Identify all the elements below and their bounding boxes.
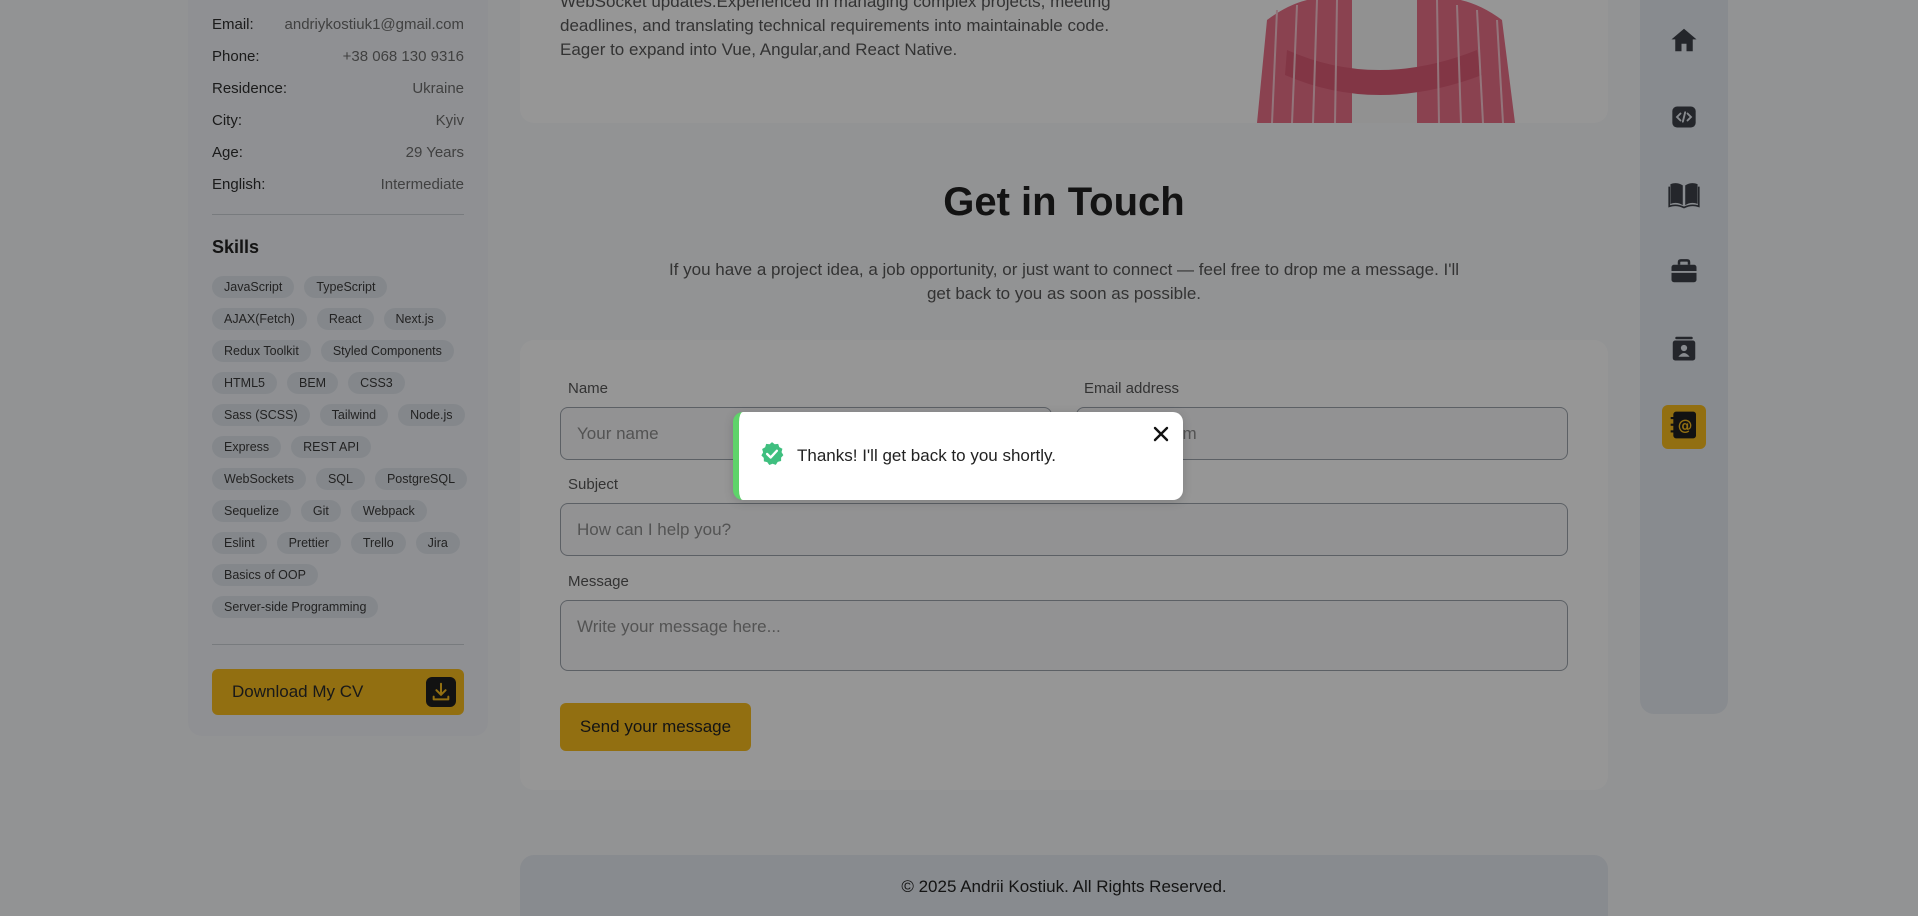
close-icon[interactable] <box>1151 424 1171 444</box>
check-badge-icon <box>759 441 785 472</box>
success-toast: Thanks! I'll get back to you shortly. <box>733 412 1183 500</box>
toast-message: Thanks! I'll get back to you shortly. <box>797 446 1056 465</box>
